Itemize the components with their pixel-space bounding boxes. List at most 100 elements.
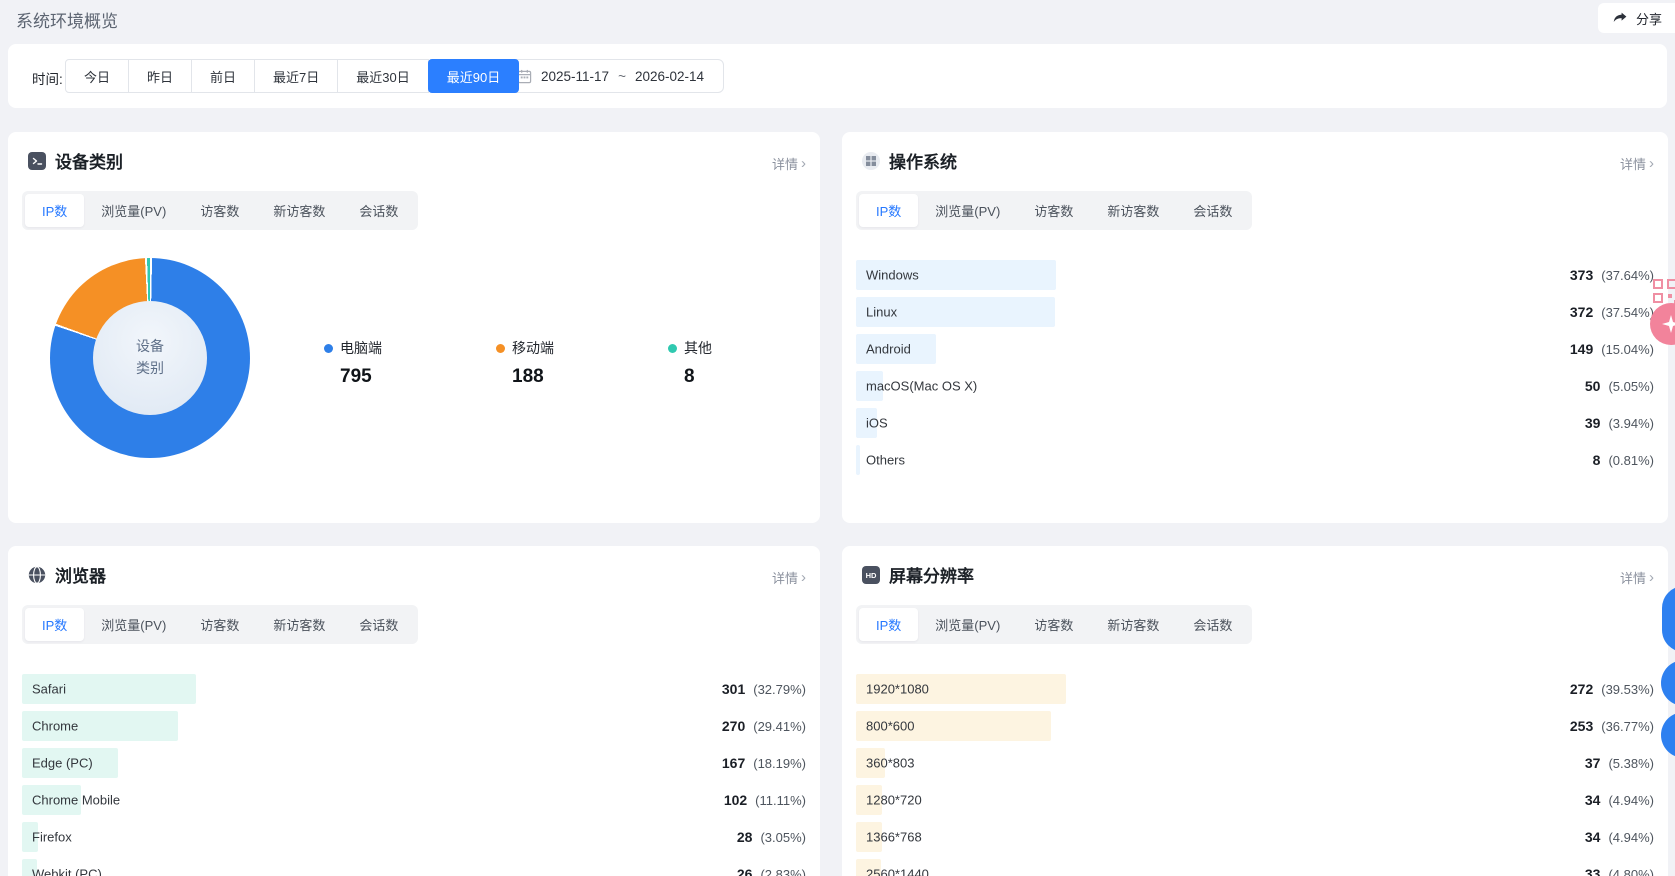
metric-tab-0[interactable]: IP数: [25, 194, 84, 227]
time-range-button-1[interactable]: 昨日: [128, 59, 192, 93]
metric-row-2560-1440[interactable]: 2560*1440 33(4.80%): [856, 859, 1654, 876]
legend-item-0[interactable]: 电脑端 795: [324, 338, 496, 388]
metric-tab-2[interactable]: 访客数: [1017, 608, 1090, 641]
metric-tab-4[interactable]: 会话数: [1176, 194, 1249, 227]
metric-row-360-803[interactable]: 360*80337(5.38%): [856, 748, 1654, 778]
metric-tab-1[interactable]: 浏览量(PV): [918, 608, 1017, 641]
legend-item-2[interactable]: 其他8: [668, 338, 712, 388]
time-range-button-0[interactable]: 今日: [65, 59, 129, 93]
chevron-right-icon: ›: [801, 156, 806, 171]
time-range-button-5[interactable]: 最近90日: [428, 59, 519, 93]
metric-value: 301(32.79%): [722, 681, 806, 697]
metric-value: 373(37.64%): [1570, 267, 1654, 283]
metric-row-chrome-mobile[interactable]: Chrome Mobile102(11.11%): [22, 785, 806, 815]
qr-code-icon[interactable]: [1653, 279, 1675, 305]
legend-value: 795: [340, 366, 496, 388]
metric-label: 1366*768: [866, 830, 922, 845]
metric-label: 360*803: [866, 756, 914, 771]
metric-tab-2[interactable]: 访客数: [1017, 194, 1090, 227]
metric-label: Others: [866, 453, 905, 468]
share-label: 分享: [1636, 9, 1662, 28]
os-metric-tabs: IP数浏览量(PV)访客数新访客数会话数: [856, 191, 1252, 230]
metric-row-edge-pc-[interactable]: Edge (PC)167(18.19%): [22, 748, 806, 778]
chevron-right-icon: ›: [801, 570, 806, 585]
metric-row-1366-768[interactable]: 1366*76834(4.94%): [856, 822, 1654, 852]
metric-row-linux[interactable]: Linux372(37.54%): [856, 297, 1654, 327]
device-detail-link[interactable]: 详情›: [772, 154, 806, 173]
metric-row-safari[interactable]: Safari 301(32.79%): [22, 674, 806, 704]
metric-value: 372(37.54%): [1570, 304, 1654, 320]
panel-title: 操作系统: [889, 148, 957, 173]
time-range-button-3[interactable]: 最近7日: [254, 59, 338, 93]
metric-tab-1[interactable]: 浏览量(PV): [84, 194, 183, 227]
metric-row-firefox[interactable]: Firefox 28(3.05%): [22, 822, 806, 852]
browser-detail-link[interactable]: 详情›: [772, 568, 806, 587]
metric-tab-4[interactable]: 会话数: [342, 194, 415, 227]
metric-row-800-600[interactable]: 800*600253(36.77%): [856, 711, 1654, 741]
metric-row-1920-1080[interactable]: 1920*1080272(39.53%): [856, 674, 1654, 704]
resolution-metric-list: 1920*1080272(39.53%) 800*600253(36.77%) 36…: [856, 674, 1654, 876]
metric-tab-3[interactable]: 新访客数: [256, 194, 342, 227]
metric-label: Safari: [32, 682, 66, 697]
metric-row-webkit-pc-[interactable]: Webkit (PC)26(2.83%): [22, 859, 806, 876]
metric-row-ios[interactable]: iOS39(3.94%): [856, 408, 1654, 438]
device-donut-chart: 设备 类别: [50, 258, 250, 458]
legend-item-1[interactable]: 移动端188: [496, 338, 668, 388]
metric-value: 8(0.81%): [1593, 452, 1654, 468]
metric-label: 1920*1080: [866, 682, 929, 697]
resolution-detail-link[interactable]: 详情›: [1620, 568, 1654, 587]
metric-tab-0[interactable]: IP数: [25, 608, 84, 641]
metric-label: Windows: [866, 268, 919, 283]
metric-label: 2560*1440: [866, 867, 929, 876]
metric-tab-2[interactable]: 访客数: [183, 608, 256, 641]
metric-row-android[interactable]: Android149(15.04%): [856, 334, 1654, 364]
legend-dot: [324, 344, 333, 353]
legend-dot: [668, 344, 677, 353]
device-legend: 电脑端 795移动端188其他8: [324, 338, 712, 388]
os-detail-link[interactable]: 详情›: [1620, 154, 1654, 173]
metric-label: Firefox: [32, 830, 72, 845]
panel-screen-resolution: HD 屏幕分辨率 详情› IP数浏览量(PV)访客数新访客数会话数 1920*1…: [842, 546, 1668, 876]
metric-value: 33(4.80%): [1585, 866, 1654, 876]
metric-row-1280-720[interactable]: 1280*72034(4.94%): [856, 785, 1654, 815]
time-range-button-2[interactable]: 前日: [191, 59, 255, 93]
time-range-button-4[interactable]: 最近30日: [337, 59, 428, 93]
metric-bar: [856, 445, 860, 475]
metric-tab-1[interactable]: 浏览量(PV): [84, 608, 183, 641]
metric-row-chrome[interactable]: Chrome 270(29.41%): [22, 711, 806, 741]
panel-title: 屏幕分辨率: [889, 562, 974, 587]
os-metric-list: Windows 373(37.64%) Linux372(37.54%) Androi…: [856, 260, 1654, 475]
share-button[interactable]: 分享: [1598, 3, 1675, 33]
metric-tab-0[interactable]: IP数: [859, 194, 918, 227]
metric-label: macOS(Mac OS X): [866, 379, 977, 394]
metric-tab-2[interactable]: 访客数: [183, 194, 256, 227]
metric-value: 50(5.05%): [1585, 378, 1654, 394]
share-icon: [1612, 9, 1630, 27]
date-separator: ~: [618, 69, 626, 84]
metric-value: 270(29.41%): [722, 718, 806, 734]
metric-value: 28(3.05%): [737, 829, 806, 845]
legend-dot: [496, 344, 505, 353]
device-metric-tabs: IP数浏览量(PV)访客数新访客数会话数: [22, 191, 418, 230]
metric-tab-3[interactable]: 新访客数: [256, 608, 342, 641]
resolution-metric-tabs: IP数浏览量(PV)访客数新访客数会话数: [856, 605, 1252, 644]
metric-tab-0[interactable]: IP数: [859, 608, 918, 641]
metric-tab-4[interactable]: 会话数: [1176, 608, 1249, 641]
metric-row-others[interactable]: Others 8(0.81%): [856, 445, 1654, 475]
metric-row-windows[interactable]: Windows 373(37.64%): [856, 260, 1654, 290]
metric-label: Chrome: [32, 719, 78, 734]
metric-label: 1280*720: [866, 793, 922, 808]
panel-operating-system: 操作系统 详情› IP数浏览量(PV)访客数新访客数会话数 Windows 373…: [842, 132, 1668, 523]
metric-label: Android: [866, 342, 911, 357]
metric-tab-3[interactable]: 新访客数: [1090, 194, 1176, 227]
legend-label: 其他: [684, 338, 712, 358]
metric-tab-4[interactable]: 会话数: [342, 608, 415, 641]
calendar-icon: [517, 69, 532, 84]
metric-tab-3[interactable]: 新访客数: [1090, 608, 1176, 641]
metric-row-macos-mac-os-x-[interactable]: macOS(Mac OS X) 50(5.05%): [856, 371, 1654, 401]
date-range-picker[interactable]: 2025-11-17 ~ 2026-02-14: [504, 59, 724, 93]
metric-tab-1[interactable]: 浏览量(PV): [918, 194, 1017, 227]
legend-label: 电脑端: [340, 338, 382, 358]
chevron-right-icon: ›: [1649, 570, 1654, 585]
metric-label: Chrome Mobile: [32, 793, 120, 808]
